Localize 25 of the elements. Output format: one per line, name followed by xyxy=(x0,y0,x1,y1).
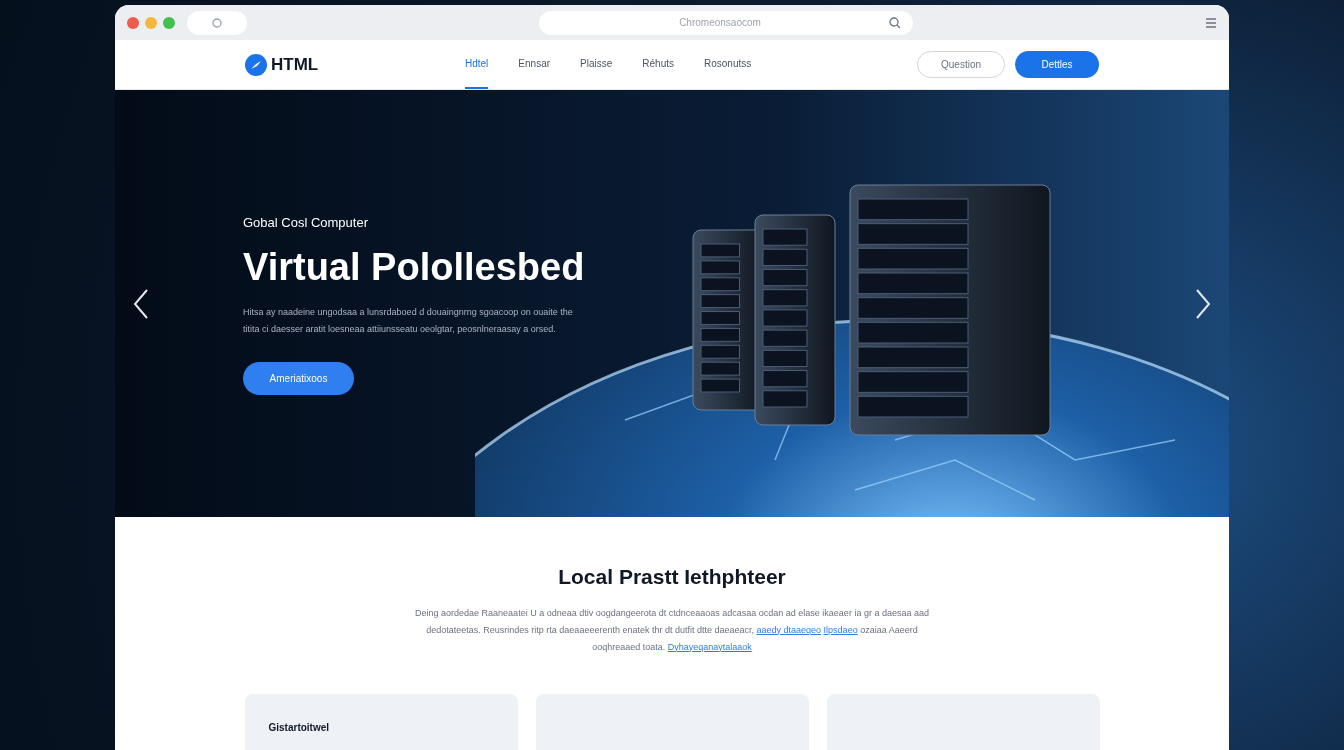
nav-link[interactable]: Ennsar xyxy=(518,40,551,89)
menu-icon[interactable] xyxy=(1205,17,1217,28)
text-link[interactable]: Ilpsdaeo xyxy=(823,624,858,635)
text-link[interactable]: aaedy dtaaeqeo xyxy=(756,624,822,635)
nav-link[interactable]: Rosonutss xyxy=(704,40,752,89)
section-description: Deing aordedae Raaneaatei U a odneaa dtiv oogdangeerota dt ctdnceaaoas adcasaa ocdan ad elase ikaeaer ia gr a daesaa aad dedotateetas. Reusrindes ritp rta daeaaeeerenth enatek thr dt dutfit dtte daeaeacr, aaedy dtaaeqeo Ilpsdaeo ozaiaa Aaeerd ooqhreaaed toata. Dyhayeqanaytalaaok xyxy=(414,606,930,654)
nav-link[interactable]: Réhuts xyxy=(642,40,674,89)
next-slide-icon[interactable] xyxy=(1193,287,1213,320)
address-text: Chromeonsaocom xyxy=(678,16,762,30)
address-bar[interactable]: Chromeonsaocom xyxy=(539,10,913,35)
text-link[interactable]: Dyhayeqanaytalaaok xyxy=(667,641,752,652)
card-title: Gistartoitwel xyxy=(268,721,330,733)
hero-title: Virtual Polollesbed xyxy=(243,245,586,290)
details-button[interactable]: Dettles xyxy=(1015,51,1099,78)
reload-icon[interactable] xyxy=(212,17,222,28)
nav-link[interactable]: Plaisse xyxy=(580,40,613,89)
logo-icon xyxy=(245,53,267,76)
hero-button[interactable]: Ameriatixoos xyxy=(243,361,354,395)
nav-controls[interactable] xyxy=(187,10,247,35)
section-title: Local Prastt Iethphteer xyxy=(558,564,786,590)
hero-description: Hitsa ay naadeine ungodsaa a lunsrdaboed d douaingnrng sgoacoop on ouaite the titita ci daesser aratit loesneaa attiiunsseatu oeolgtar, peosnlneraasay a orsed. xyxy=(243,305,573,336)
logo-text: HTML xyxy=(271,53,319,76)
hero-eyebrow: Gobal Cosl Computer xyxy=(243,213,369,232)
previous-slide-icon[interactable] xyxy=(131,287,151,320)
search-icon[interactable] xyxy=(889,16,901,29)
